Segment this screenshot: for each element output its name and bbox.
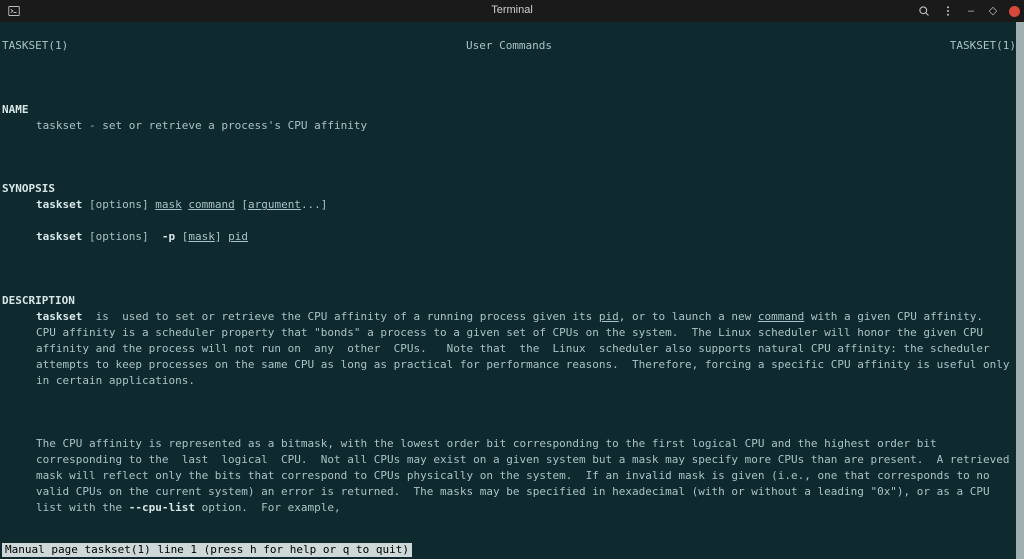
header-right: TASKSET(1) — [950, 38, 1016, 54]
search-icon[interactable] — [917, 4, 931, 18]
section-synopsis: SYNOPSIS — [2, 182, 55, 195]
menu-icon[interactable] — [941, 4, 955, 18]
terminal-app-icon — [7, 4, 21, 18]
close-button[interactable] — [1009, 6, 1020, 17]
section-description: DESCRIPTION — [2, 294, 75, 307]
terminal-viewport[interactable]: TASKSET(1) User Commands TASKSET(1) NAME t… — [0, 22, 1024, 559]
window-title: Terminal — [0, 3, 1024, 19]
header-center: User Commands — [466, 38, 552, 54]
name-body: taskset - set or retrieve a process's CP… — [2, 118, 1016, 134]
scrollbar[interactable] — [1016, 22, 1024, 559]
window-titlebar: Terminal – ◇ — [0, 0, 1024, 22]
minimize-button[interactable]: – — [965, 5, 977, 17]
maximize-button[interactable]: ◇ — [987, 5, 999, 17]
man-page-content: TASKSET(1) User Commands TASKSET(1) NAME t… — [0, 22, 1024, 559]
man-status-line: Manual page taskset(1) line 1 (press h f… — [2, 543, 412, 557]
section-name: NAME — [2, 103, 29, 116]
header-left: TASKSET(1) — [2, 38, 68, 54]
